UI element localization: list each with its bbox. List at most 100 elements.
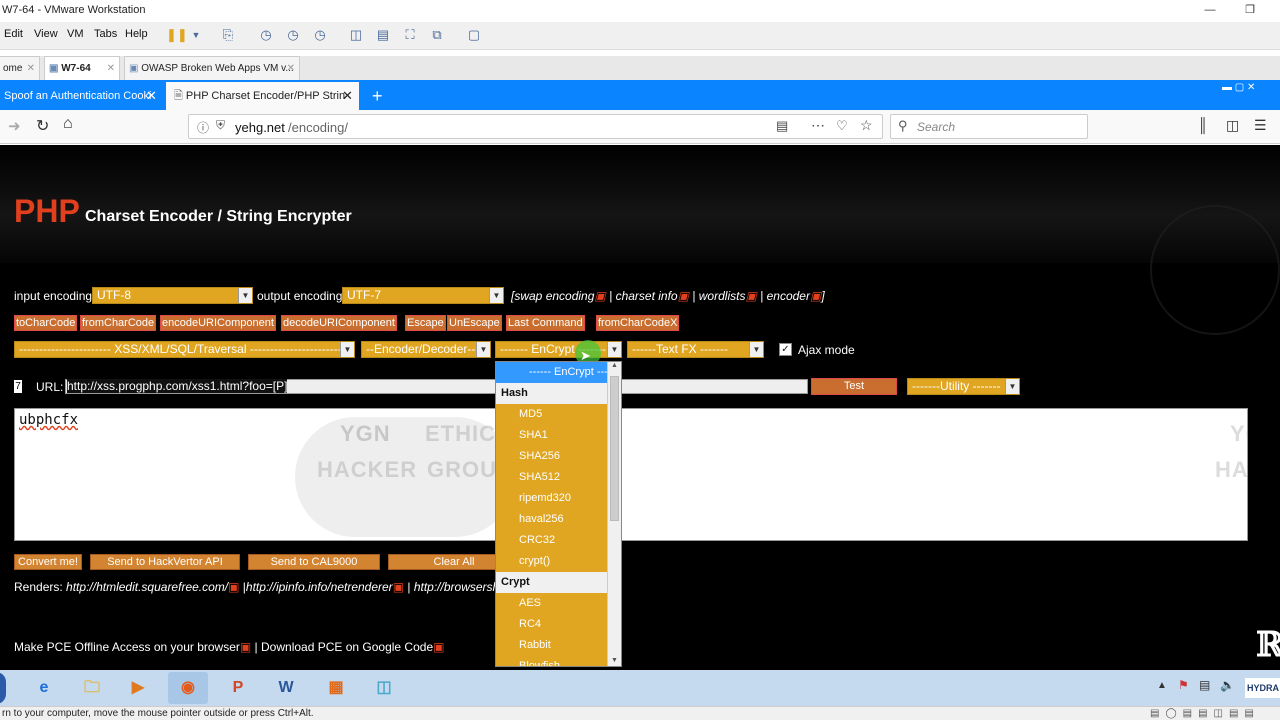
offline-access-link[interactable]: Make PCE Offline Access on your browser — [14, 640, 240, 654]
burp-suite-icon[interactable]: ▦ — [316, 672, 356, 704]
dropdown-option[interactable]: Blowfish — [496, 656, 608, 666]
dropdown-option[interactable]: MD5 — [496, 404, 608, 425]
ajax-mode-checkbox[interactable]: ✓ — [779, 343, 792, 356]
dropdown-option[interactable]: haval256 — [496, 509, 608, 530]
swap-encoding-link[interactable]: swap encoding — [514, 289, 594, 303]
dropdown-option[interactable]: SHA512 — [496, 467, 608, 488]
render-link-netrenderer[interactable]: http://ipinfo.info/netrenderer — [246, 580, 393, 594]
wordlists-link[interactable]: wordlists — [699, 289, 746, 303]
more-actions-icon[interactable]: ⋯ — [811, 117, 825, 134]
close-icon[interactable]: ✕ — [342, 82, 353, 110]
dropdown-option[interactable]: RC4 — [496, 614, 608, 635]
browser-tab-php-encoder[interactable]: 🗎 PHP Charset Encoder/PHP Strin ✕ — [166, 82, 359, 110]
vm-tab-owasp[interactable]: ▣ OWASP Broken Web Apps VM v... ✕ — [124, 56, 300, 80]
new-tab-button[interactable]: + — [368, 82, 390, 110]
output-encoding-select[interactable]: UTF-7 ▼ — [342, 287, 504, 304]
pause-icon[interactable]: ❚❚ — [166, 26, 188, 44]
internet-explorer-icon[interactable]: e — [24, 672, 64, 704]
menu-help[interactable]: Help — [125, 28, 148, 40]
close-icon[interactable]: ✕ — [287, 57, 295, 81]
chevron-down-icon[interactable]: ▼ — [608, 657, 621, 666]
word-icon[interactable]: W — [266, 672, 306, 704]
thumbnail-view-icon[interactable]: ▤ — [373, 26, 393, 44]
forward-icon[interactable]: ➜ — [8, 117, 21, 135]
decodeuricomponent-button[interactable]: decodeURIComponent — [281, 315, 397, 331]
menu-edit[interactable]: Edit — [4, 28, 23, 40]
search-input[interactable]: ⚲ Search — [890, 114, 1088, 139]
console-view-icon[interactable]: ▢ — [464, 26, 484, 44]
menu-tabs[interactable]: Tabs — [94, 28, 117, 40]
download-pce-link[interactable]: Download PCE on Google Code — [261, 640, 433, 654]
chevron-up-icon[interactable]: ▲ — [608, 362, 621, 372]
menu-vm[interactable]: VM — [67, 28, 84, 40]
encodeuricomponent-button[interactable]: encodeURIComponent — [160, 315, 276, 331]
dropdown-option[interactable]: SHA256 — [496, 446, 608, 467]
bookmark-star-icon[interactable]: ☆ — [860, 117, 873, 134]
send-keys-icon[interactable]: ⎘ — [218, 26, 238, 44]
input-encoding-select[interactable]: UTF-8 ▼ — [92, 287, 253, 304]
browser-tab-spoof[interactable]: Spoof an Authentication Cooki ✕ — [0, 82, 165, 110]
url-input[interactable]: http://xss.progphp.com/xss1.html?foo=[P] — [65, 379, 808, 394]
tray-expand-icon[interactable]: ▲ — [1157, 680, 1167, 691]
encrypt-select[interactable]: ------- EnCrypt ------- ▼ — [495, 341, 622, 358]
network-icon[interactable]: ▤ — [1199, 678, 1210, 692]
close-icon[interactable]: ✕ — [146, 82, 157, 110]
dropdown-option[interactable]: AES — [496, 593, 608, 614]
action-center-icon[interactable]: ⚑ — [1178, 678, 1189, 692]
menu-icon[interactable]: ☰ — [1254, 117, 1267, 134]
dropdown-option-selected[interactable]: ------ EnCrypt ------ — [496, 362, 608, 399]
media-player-icon[interactable]: ▶ — [118, 672, 158, 704]
unity-icon[interactable]: ⧉ — [427, 26, 447, 44]
last-command-button[interactable]: Last Command — [506, 315, 585, 331]
send-cal9000-button[interactable]: Send to CAL9000 — [248, 554, 380, 570]
app-icon[interactable]: ◫ — [364, 672, 404, 704]
revert-snapshot-icon[interactable]: ◷ — [283, 26, 303, 44]
home-icon[interactable]: ⌂ — [63, 115, 73, 133]
snapshot-manager-icon[interactable]: ◷ — [310, 26, 330, 44]
reload-icon[interactable]: ↻ — [36, 116, 49, 136]
window-controls-icon[interactable]: ▬ ▢ ✕ — [1222, 82, 1280, 94]
dropdown-option[interactable]: crypt() — [496, 551, 608, 572]
encoder-decoder-select[interactable]: --Encoder/Decoder-- ▼ — [361, 341, 491, 358]
dropdown-option[interactable]: Rabbit — [496, 635, 608, 656]
render-link-squarefree[interactable]: http://htmledit.squarefree.com/ — [66, 580, 228, 594]
shield-icon[interactable]: ⛨ — [216, 118, 225, 133]
escape-button[interactable]: Escape — [405, 315, 446, 331]
url-checkbox[interactable]: 7 — [14, 380, 22, 393]
full-screen-icon[interactable]: ⛶ — [400, 26, 420, 44]
chevron-down-icon[interactable]: ▼ — [186, 26, 206, 44]
library-icon[interactable]: ║ — [1198, 117, 1208, 133]
encoder-link[interactable]: encoder — [767, 289, 810, 303]
start-button-icon[interactable] — [0, 672, 6, 704]
url-bar[interactable]: ⓘ ⛨ yehg.net /encoding/ ▤ ⋯ ♡ ☆ — [188, 114, 883, 139]
volume-icon[interactable]: 🔈 — [1220, 678, 1235, 692]
powerpoint-icon[interactable]: P — [218, 672, 258, 704]
send-hackvertor-button[interactable]: Send to HackVertor API — [90, 554, 240, 570]
vm-tab-home[interactable]: ome ✕ — [0, 56, 40, 80]
snapshot-icon[interactable]: ◷ — [256, 26, 276, 44]
encrypt-dropdown-list[interactable]: ------ EnCrypt ------HashMD5SHA1SHA256SH… — [495, 361, 622, 667]
vm-tab-w7-64[interactable]: ▣ W7-64 ✕ — [44, 56, 120, 80]
dropdown-option[interactable]: CRC32 — [496, 530, 608, 551]
firefox-icon[interactable]: ◉ — [168, 672, 208, 704]
text-fx-select[interactable]: ------Text FX ------- ▼ — [627, 341, 764, 358]
fromcharcode-button[interactable]: fromCharCode — [80, 315, 157, 331]
test-button[interactable]: Test — [811, 378, 897, 395]
library-view-icon[interactable]: ◫ — [346, 26, 366, 44]
text-area[interactable]: YGN ETHICA HACKER GROU YGN HACK ubphcfx — [14, 408, 1248, 541]
dropdown-option[interactable]: SHA1 — [496, 425, 608, 446]
scrollbar-thumb[interactable] — [610, 376, 619, 521]
sidebar-icon[interactable]: ◫ — [1226, 117, 1239, 134]
pocket-icon[interactable]: ♡ — [836, 118, 848, 134]
convert-button[interactable]: Convert me! — [14, 554, 82, 570]
close-icon[interactable]: ✕ — [27, 57, 35, 81]
xss-select[interactable]: ----------------------- XSS/XML/SQL/Trav… — [14, 341, 355, 358]
utility-select[interactable]: -------Utility ------- ▼ — [907, 378, 1020, 395]
tocharcode-button[interactable]: toCharCode — [14, 315, 78, 331]
dropdown-option[interactable]: ripemd320 — [496, 488, 608, 509]
minimize-icon[interactable]: — — [1190, 0, 1230, 20]
info-icon[interactable]: ⓘ — [197, 119, 209, 136]
unescape-button[interactable]: UnEscape — [447, 315, 502, 331]
dropdown-scrollbar[interactable]: ▲ ▼ — [607, 362, 621, 666]
charset-info-link[interactable]: charset info — [616, 289, 678, 303]
